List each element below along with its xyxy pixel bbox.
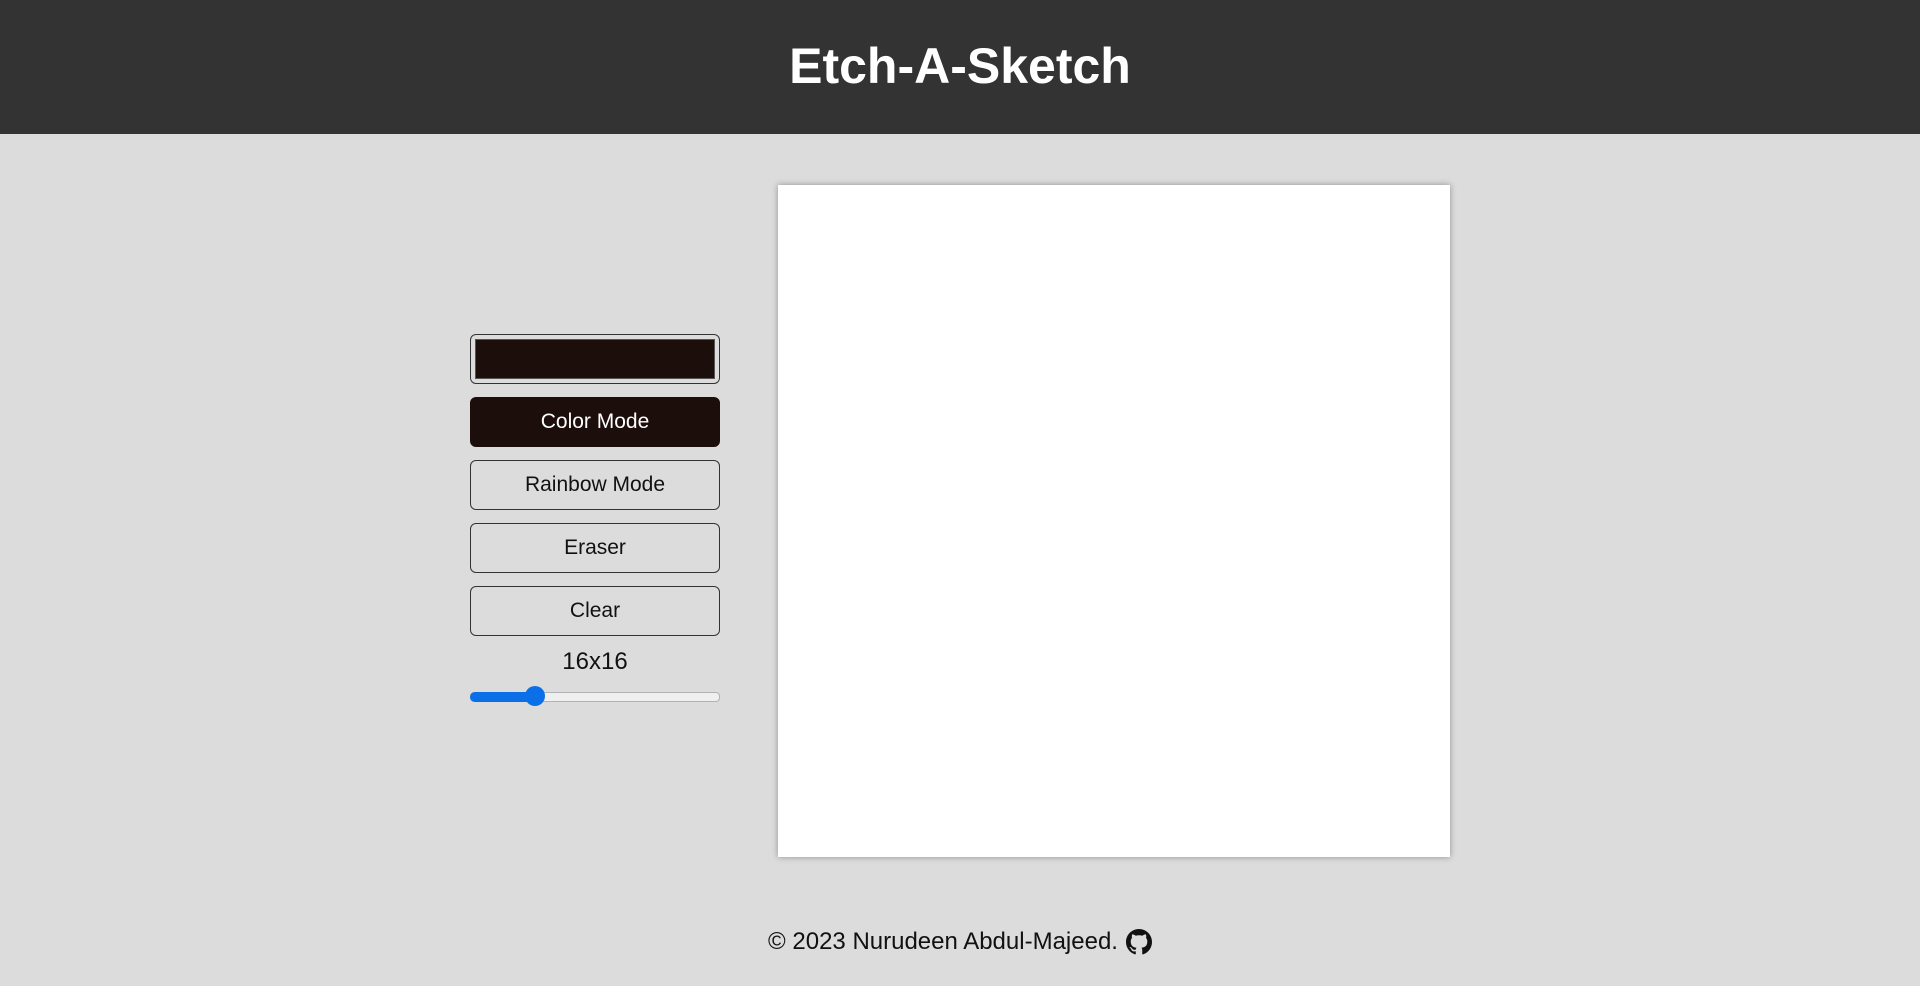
rainbow-mode-button[interactable]: Rainbow Mode	[470, 460, 720, 510]
copyright-text: © 2023 Nurudeen Abdul-Majeed.	[768, 928, 1118, 955]
footer: © 2023 Nurudeen Abdul-Majeed.	[0, 928, 1920, 956]
color-picker-input[interactable]	[470, 334, 720, 384]
controls-panel: Color Mode Rainbow Mode Eraser Clear 16x…	[470, 334, 720, 706]
slider-thumb[interactable]	[524, 686, 545, 706]
page-header: Etch-A-Sketch	[0, 0, 1920, 134]
grid-size-slider[interactable]	[470, 686, 720, 706]
sketch-grid[interactable]	[778, 185, 1450, 857]
page-title: Etch-A-Sketch	[789, 38, 1131, 94]
color-swatch	[475, 339, 715, 379]
eraser-button[interactable]: Eraser	[470, 523, 720, 573]
github-icon[interactable]	[1125, 929, 1152, 955]
grid-size-label: 16x16	[562, 648, 628, 675]
color-mode-button[interactable]: Color Mode	[470, 397, 720, 447]
clear-button[interactable]: Clear	[470, 586, 720, 636]
